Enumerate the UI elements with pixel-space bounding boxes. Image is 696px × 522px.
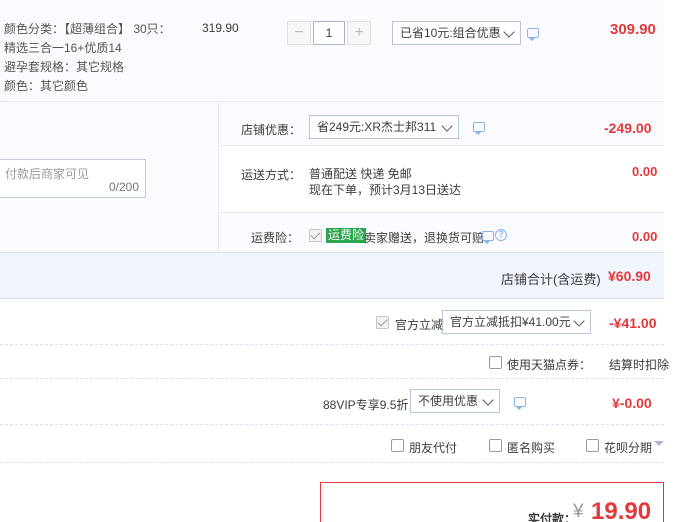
vip-select-label: 不使用优惠 bbox=[418, 394, 479, 408]
shipping-line2: 现在下单，预计3月13日送达 bbox=[309, 183, 462, 197]
payment-amount: 19.90 bbox=[591, 498, 652, 522]
tmall-points-note: 结算时扣除 bbox=[609, 358, 670, 372]
divider bbox=[0, 378, 664, 379]
divider bbox=[0, 344, 664, 345]
anonymous-checkbox[interactable] bbox=[489, 439, 502, 452]
payment-currency: ¥ bbox=[573, 501, 584, 522]
quantity-minus-button[interactable]: − bbox=[287, 21, 311, 45]
message-char-count: 0/200 bbox=[108, 180, 139, 194]
official-discount-select-label: 官方立减抵扣¥41.00元 bbox=[450, 315, 571, 329]
item-attributes: 颜色分类：【超薄组合】 30只： 精选三合一16+优质14 避孕套规格：其它规格… bbox=[4, 20, 171, 96]
anonymous-label: 匿名购买 bbox=[507, 441, 556, 455]
tmall-points-checkbox[interactable] bbox=[489, 356, 502, 369]
message-placeholder: 付款后商家可见 bbox=[5, 167, 90, 181]
chat-icon[interactable] bbox=[527, 28, 539, 41]
divider bbox=[0, 462, 664, 463]
friend-pay-label: 朋友代付 bbox=[409, 441, 458, 455]
attr-color-category: 颜色分类：【超薄组合】 30只： bbox=[4, 22, 171, 36]
insurance-text: 卖家赠送，退换货可赔 bbox=[364, 231, 485, 245]
item-promo-select[interactable]: 已省10元:组合优惠 bbox=[392, 21, 521, 45]
message-textarea[interactable]: 付款后商家可见 0/200 bbox=[0, 159, 146, 198]
item-promo-select-label: 已省10元:组合优惠 bbox=[400, 26, 501, 40]
shop-coupon-label: 店铺优惠： bbox=[241, 123, 302, 137]
chevron-down-icon bbox=[503, 26, 515, 38]
help-icon[interactable]: ? bbox=[495, 229, 507, 241]
payment-box: 实付款： ¥ 19.90 bbox=[320, 482, 664, 522]
shop-total-amount: ¥60.90 bbox=[608, 268, 651, 284]
insurance-amount: 0.00 bbox=[632, 229, 658, 244]
shop-coupon-select-label: 省249元:XR杰士邦311 bbox=[317, 120, 437, 134]
insurance-label: 运费险： bbox=[251, 231, 300, 245]
huabei-label: 花呗分期 bbox=[604, 441, 653, 455]
official-discount-label: 官方立减 bbox=[395, 318, 444, 332]
attr-color: 颜色：其它颜色 bbox=[4, 79, 89, 93]
item-subtotal: 309.90 bbox=[610, 21, 656, 38]
vip-select[interactable]: 不使用优惠 bbox=[410, 389, 500, 413]
insurance-badge: 运费险 bbox=[326, 228, 367, 243]
divider bbox=[0, 424, 664, 425]
attr-set: 精选三合一16+优质14 bbox=[4, 41, 122, 55]
official-discount-select[interactable]: 官方立减抵扣¥41.00元 bbox=[442, 310, 591, 334]
payment-label: 实付款： bbox=[528, 512, 577, 522]
shop-coupon-select[interactable]: 省249元:XR杰士邦311 bbox=[309, 115, 459, 139]
chevron-down-icon[interactable] bbox=[654, 441, 664, 446]
vip-amount: ¥-0.00 bbox=[612, 395, 652, 411]
shipping-amount: 0.00 bbox=[632, 164, 658, 179]
chevron-down-icon bbox=[482, 394, 494, 406]
chevron-down-icon bbox=[441, 120, 453, 132]
official-discount-amount: -¥41.00 bbox=[609, 315, 657, 331]
unit-price: 319.90 bbox=[202, 21, 239, 35]
chat-icon[interactable] bbox=[482, 231, 494, 244]
insurance-checkbox bbox=[309, 229, 322, 242]
quantity-input[interactable]: 1 bbox=[313, 21, 345, 45]
shop-coupon-amount: -249.00 bbox=[604, 120, 652, 136]
shipping-label: 运送方式： bbox=[241, 168, 302, 182]
shop-total-label: 店铺合计(含运费) bbox=[501, 272, 601, 287]
friend-pay-checkbox[interactable] bbox=[391, 439, 404, 452]
shipping-line1: 普通配送 快递 免邮 bbox=[309, 167, 412, 181]
attr-spec: 避孕套规格：其它规格 bbox=[4, 60, 125, 74]
shipping-method: 普通配送 快递 免邮 现在下单，预计3月13日送达 bbox=[309, 166, 461, 198]
quantity-plus-button[interactable]: + bbox=[347, 21, 371, 45]
vip-label: 88VIP专享9.5折 bbox=[323, 398, 409, 412]
official-discount-checkbox[interactable] bbox=[376, 316, 389, 329]
chat-icon[interactable] bbox=[514, 397, 526, 410]
chat-icon[interactable] bbox=[473, 122, 485, 135]
tmall-points-label: 使用天猫点券： bbox=[507, 358, 592, 372]
chevron-down-icon bbox=[573, 315, 585, 327]
huabei-checkbox[interactable] bbox=[586, 439, 599, 452]
